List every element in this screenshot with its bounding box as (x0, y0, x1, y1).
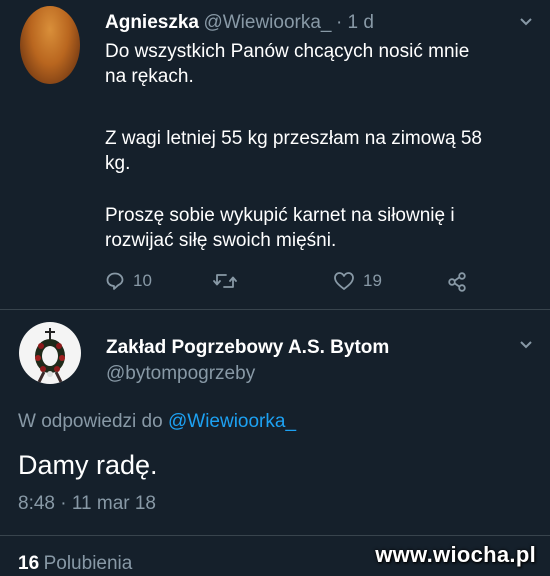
avatar-zaklad-pogrzebowy[interactable] (19, 322, 81, 384)
tweet-paragraph-2: Z wagi letniej 55 kg przeszłam na zimową… (105, 128, 483, 174)
share-button[interactable] (446, 271, 468, 293)
chevron-down-icon[interactable] (519, 337, 533, 353)
chevron-down-icon[interactable] (519, 14, 533, 30)
reply-mention-link[interactable]: @Wiewioorka_ (168, 411, 296, 432)
author-handle[interactable]: @Wiewioorka_ (203, 12, 331, 33)
tweet-paragraph-1: Do wszystkich Panów chcących nosić mnie … (105, 41, 470, 87)
heart-icon (333, 271, 355, 291)
share-icon (446, 271, 468, 293)
retweet-icon (213, 271, 237, 291)
retweet-button[interactable] (213, 271, 237, 291)
reply-text: Damy radę. (18, 450, 158, 480)
stats-divider (0, 535, 550, 536)
likes-stat[interactable]: 16 Polubienia (18, 553, 132, 575)
watermark: www.wiocha.pl (375, 542, 536, 567)
tweet-time[interactable]: · 1 d (336, 12, 374, 33)
like-count: 19 (363, 271, 382, 290)
reply-button[interactable]: 10 (105, 271, 152, 291)
tweet-divider (0, 309, 550, 310)
likes-count: 16 (18, 553, 40, 574)
reply-timestamp[interactable]: 8:48 · 11 mar 18 (18, 493, 156, 515)
tweet-header: Agnieszka @Wiewioorka_ · 1 d (105, 12, 374, 34)
reply-icon (105, 271, 125, 291)
in-reply-to: W odpowiedzi do @Wiewioorka_ (18, 411, 297, 432)
tweet-paragraph-3: Proszę sobie wykupić karnet na siłownię … (105, 205, 455, 251)
reply-author-handle[interactable]: @bytompogrzeby (106, 363, 255, 385)
likes-label: Polubienia (43, 553, 133, 574)
author-name[interactable]: Agnieszka (105, 12, 199, 33)
reply-count: 10 (133, 271, 152, 290)
like-button[interactable]: 19 (333, 271, 382, 291)
reply-author-name[interactable]: Zakład Pogrzebowy A.S. Bytom (106, 337, 389, 359)
avatar-agnieszka[interactable] (20, 6, 80, 84)
